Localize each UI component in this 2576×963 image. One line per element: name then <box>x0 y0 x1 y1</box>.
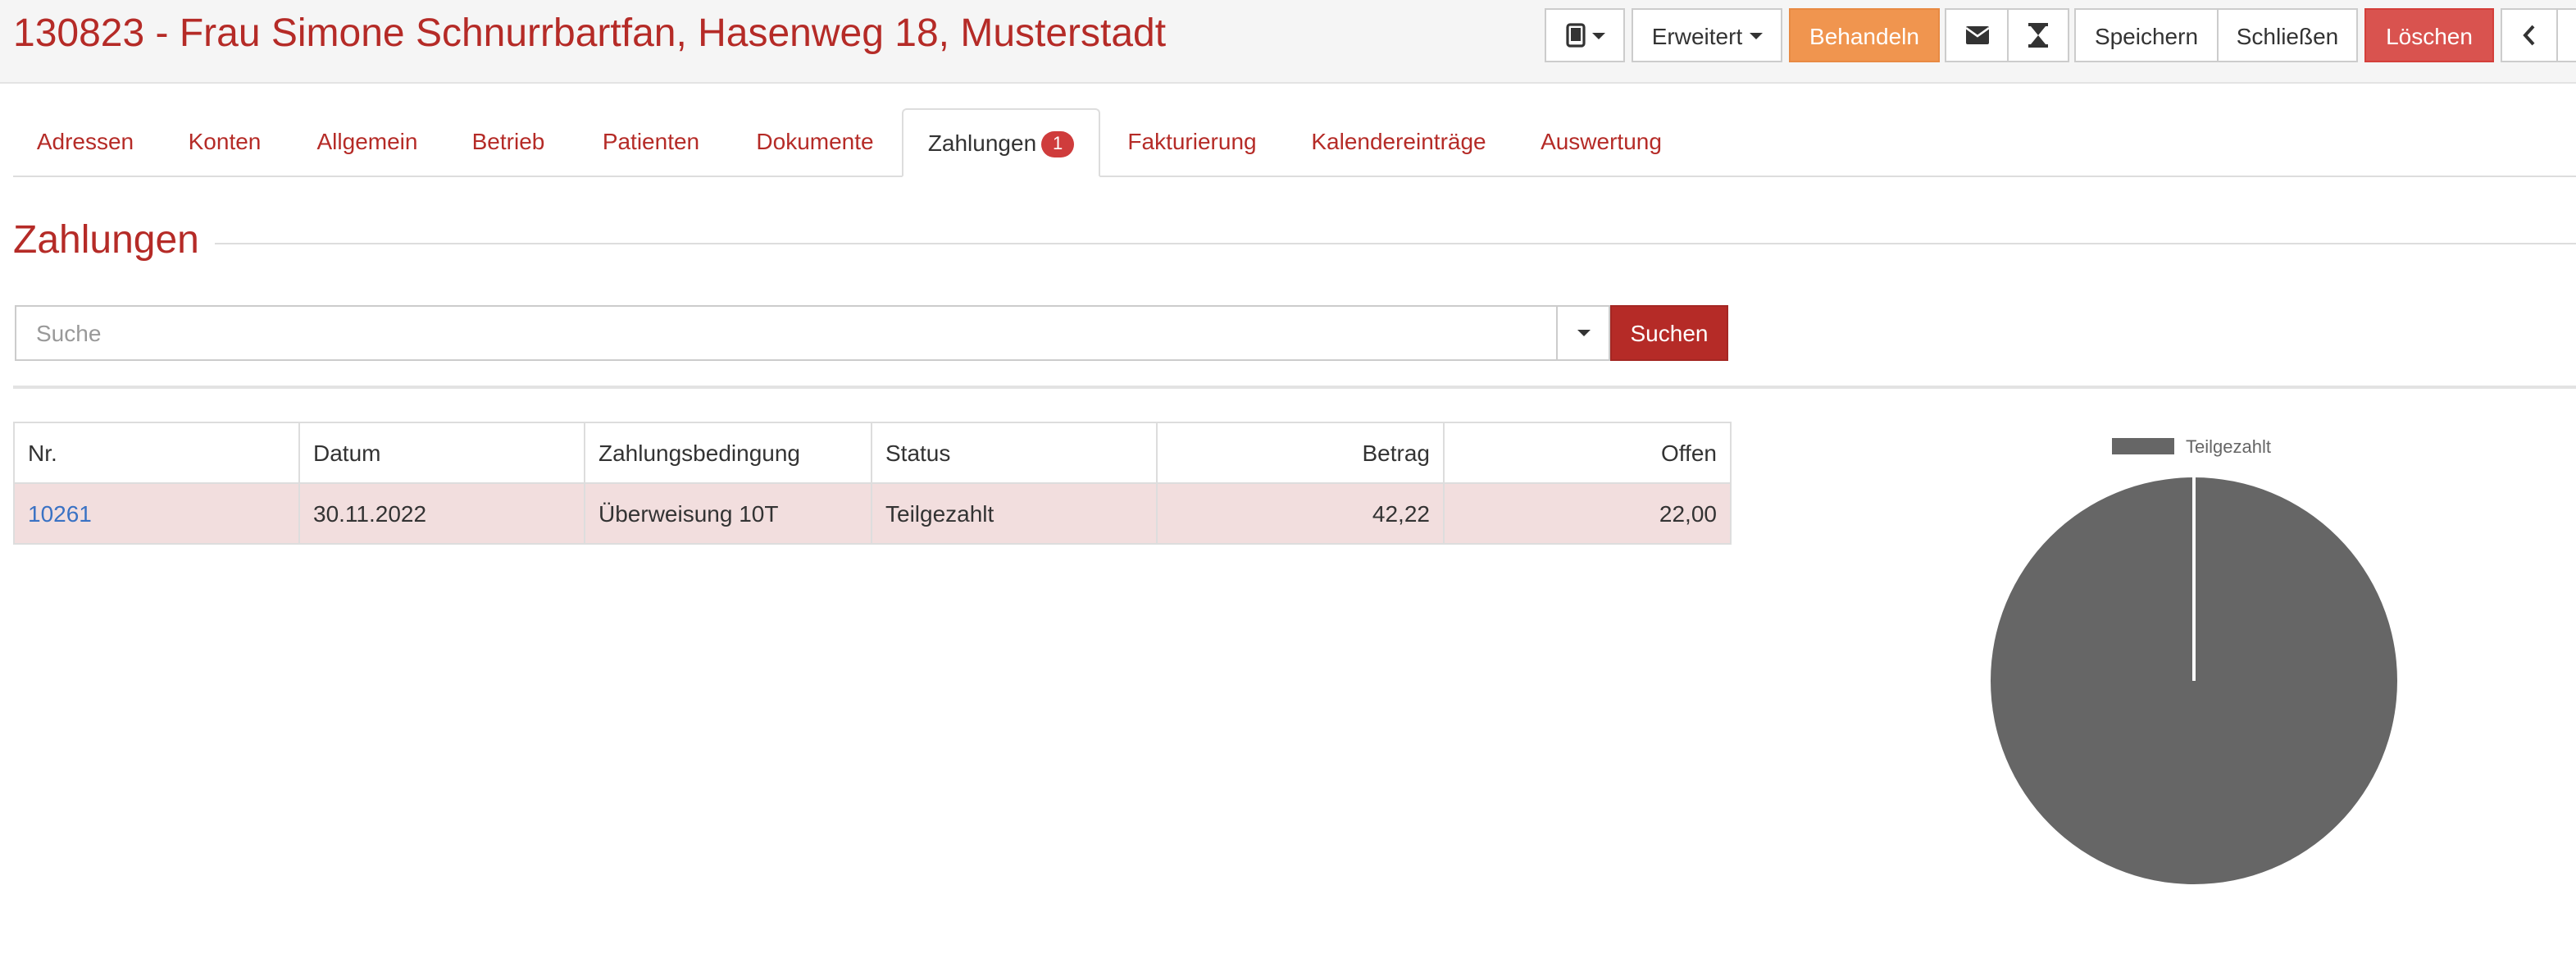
tab-label: Allgemein <box>316 128 418 154</box>
tab-adressen[interactable]: Adressen <box>13 108 157 176</box>
section-title: Zahlungen <box>13 218 199 262</box>
hourglass-icon <box>2028 23 2048 48</box>
cell-zahlungsbedingung: Überweisung 10T <box>584 482 872 545</box>
chart-legend: Teilgezahlt <box>2112 436 2271 457</box>
cell-offen: 22,00 <box>1443 482 1732 545</box>
chevron-down-icon <box>1749 32 1763 39</box>
tab-label: Patienten <box>602 128 700 154</box>
search-input[interactable] <box>15 305 1558 361</box>
column-header-nr[interactable]: Nr. <box>13 422 300 484</box>
loeschen-button[interactable]: Löschen <box>2364 8 2494 62</box>
cell-status: Teilgezahlt <box>871 482 1158 545</box>
header-bar: 130823 - Frau Simone Schnurrbartfan, Has… <box>0 0 2576 84</box>
search-button[interactable]: Suchen <box>1610 305 1728 361</box>
tab-zahlungen[interactable]: Zahlungen 1 <box>902 108 1100 177</box>
tab-label: Dokumente <box>756 128 874 154</box>
tab-label: Konten <box>188 128 262 154</box>
erweitert-label: Erweitert <box>1651 22 1743 48</box>
table-row[interactable]: 10261 30.11.2022 Überweisung 10T Teilgez… <box>13 482 1732 545</box>
tab-label: Kalendereinträge <box>1311 128 1486 154</box>
erweitert-button[interactable]: Erweitert <box>1632 8 1782 62</box>
cell-nr: 10261 <box>13 482 300 545</box>
speichern-button[interactable]: Speichern <box>2074 8 2219 62</box>
tab-patienten[interactable]: Patienten <box>574 108 728 176</box>
tab-fakturierung[interactable]: Fakturierung <box>1100 108 1284 176</box>
tab-label: Auswertung <box>1541 128 1662 154</box>
search-options-dropdown[interactable] <box>1556 305 1610 361</box>
legend-swatch <box>2112 438 2174 454</box>
page-title: 130823 - Frau Simone Schnurrbartfan, Has… <box>13 11 1167 56</box>
column-header-datum[interactable]: Datum <box>298 422 585 484</box>
tab-label: Adressen <box>36 128 134 154</box>
tab-label: Fakturierung <box>1127 128 1257 154</box>
chevron-down-icon <box>1577 330 1590 336</box>
timer-button[interactable] <box>2007 8 2069 62</box>
divider <box>13 386 2576 389</box>
column-header-betrag[interactable]: Betrag <box>1156 422 1445 484</box>
column-header-offen[interactable]: Offen <box>1443 422 1732 484</box>
column-header-zahlungsbedingung[interactable]: Zahlungsbedingung <box>584 422 872 484</box>
payment-number-link[interactable]: 10261 <box>28 500 92 527</box>
tab-betrieb[interactable]: Betrieb <box>443 108 574 176</box>
cell-betrag: 42,22 <box>1156 482 1445 545</box>
tablet-icon <box>1565 23 1585 48</box>
behandeln-button[interactable]: Behandeln <box>1789 8 1940 62</box>
cell-datum: 30.11.2022 <box>298 482 585 545</box>
tab-label: Zahlungen <box>927 130 1037 156</box>
overflow-button[interactable] <box>2556 8 2576 62</box>
chevron-down-icon <box>1591 32 1604 39</box>
device-dropdown-button[interactable] <box>1545 8 1625 62</box>
column-header-status[interactable]: Status <box>871 422 1158 484</box>
legend-label: Teilgezahlt <box>2186 436 2271 457</box>
tab-dokumente[interactable]: Dokumente <box>728 108 902 176</box>
payments-table: Nr. Datum Zahlungsbedingung Status Betra… <box>13 422 1732 545</box>
divider <box>215 243 2576 244</box>
status-pie-chart: Teilgezahlt <box>1991 436 2397 884</box>
count-badge: 1 <box>1041 131 1075 157</box>
chevron-left-icon <box>2523 25 2535 46</box>
tab-kalendereintraege[interactable]: Kalendereinträge <box>1284 108 1513 176</box>
table-header-row: Nr. Datum Zahlungsbedingung Status Betra… <box>13 422 1732 484</box>
schliessen-button[interactable]: Schließen <box>2217 8 2358 62</box>
email-button[interactable] <box>1945 8 2009 62</box>
tab-auswertung[interactable]: Auswertung <box>1513 108 1689 176</box>
back-button[interactable] <box>2501 8 2558 62</box>
envelope-icon <box>1965 26 1988 44</box>
tab-konten[interactable]: Konten <box>157 108 292 176</box>
tab-label: Betrieb <box>471 128 545 154</box>
tab-allgemein[interactable]: Allgemein <box>292 108 443 176</box>
tab-bar: Adressen Konten Allgemein Betrieb Patien… <box>13 108 2576 177</box>
